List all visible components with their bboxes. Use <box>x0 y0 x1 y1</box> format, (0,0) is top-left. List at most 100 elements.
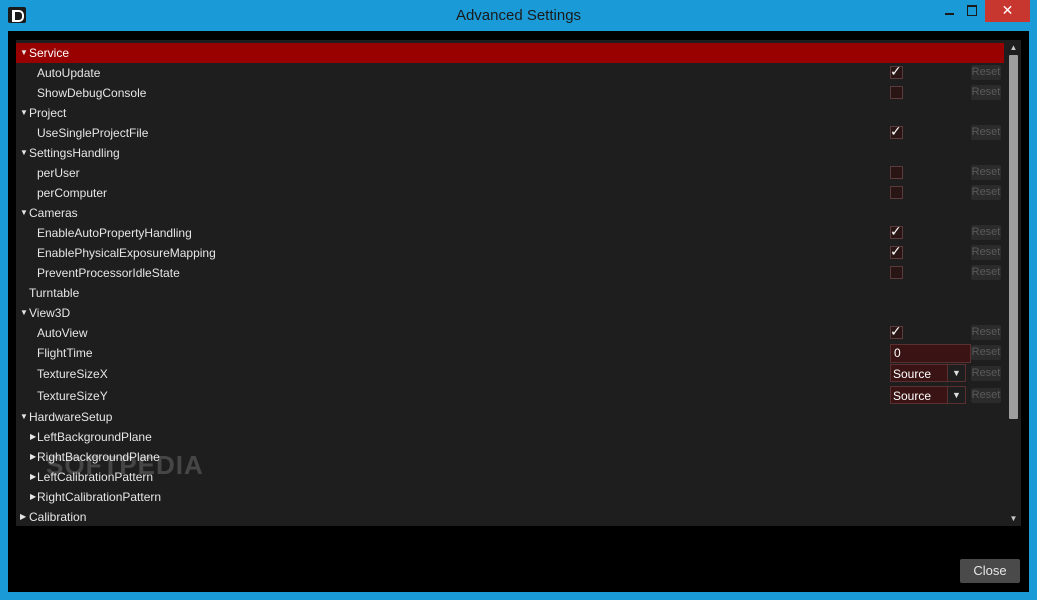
vertical-scrollbar[interactable]: ▲ ▼ <box>1006 40 1021 526</box>
checkmark-icon: ✓ <box>890 223 902 239</box>
usesingleprojectfile-checkbox[interactable]: ✓ <box>890 123 903 139</box>
setting-label: FlightTime <box>37 346 93 360</box>
showdebugconsole-checkbox[interactable] <box>890 86 903 99</box>
setting-label: TextureSizeY <box>37 389 108 403</box>
usesingleprojectfile-reset-button[interactable]: Reset <box>971 125 1001 140</box>
section-turntable[interactable]: Turntable <box>16 283 1004 303</box>
setting-row-autoupdate: AutoUpdate ✓ Reset <box>16 63 1004 83</box>
chevron-down-icon[interactable]: ▼ <box>947 365 965 381</box>
subsection-leftbackgroundplane[interactable]: ▶ LeftBackgroundPlane <box>16 427 1004 447</box>
autoupdate-reset-button[interactable]: Reset <box>971 65 1001 80</box>
section-cameras[interactable]: ▼ Cameras <box>16 203 1004 223</box>
expand-arrow-icon[interactable]: ▼ <box>20 303 28 323</box>
setting-row-texturesizex: TextureSizeX Source ▼ Reset <box>16 363 1004 385</box>
percomputer-checkbox[interactable] <box>890 186 903 199</box>
expand-arrow-icon[interactable]: ▼ <box>20 203 28 223</box>
enableautopropertyhandling-checkbox[interactable]: ✓ <box>890 223 903 239</box>
close-icon: ✕ <box>1001 2 1014 18</box>
setting-label: perUser <box>37 166 80 180</box>
setting-row-enablephysicalexposuremapping: EnablePhysicalExposureMapping ✓ Reset <box>16 243 1004 263</box>
section-label: SettingsHandling <box>29 146 120 160</box>
section-hardwaresetup[interactable]: ▼ HardwareSetup <box>16 407 1004 427</box>
close-button[interactable]: Close <box>960 559 1020 583</box>
section-project[interactable]: ▼ Project <box>16 103 1004 123</box>
setting-label: AutoUpdate <box>37 66 101 80</box>
setting-label: TextureSizeX <box>37 367 108 381</box>
window-close-button[interactable]: ✕ <box>985 0 1030 22</box>
autoupdate-checkbox[interactable]: ✓ <box>890 63 903 79</box>
texturesizex-select[interactable]: Source ▼ <box>890 364 966 382</box>
setting-label: EnablePhysicalExposureMapping <box>37 246 216 260</box>
setting-row-peruser: perUser Reset <box>16 163 1004 183</box>
expand-arrow-icon[interactable]: ▼ <box>20 143 28 163</box>
minimize-icon <box>945 13 954 15</box>
maximize-icon <box>967 5 977 16</box>
texturesizex-reset-button[interactable]: Reset <box>971 366 1001 381</box>
percomputer-reset-button[interactable]: Reset <box>971 185 1001 200</box>
section-calibration[interactable]: ▶ Calibration <box>16 507 1004 526</box>
expand-arrow-icon[interactable]: ▼ <box>20 407 28 427</box>
maximize-button[interactable] <box>958 0 986 22</box>
enableautopropertyhandling-reset-button[interactable]: Reset <box>971 225 1001 240</box>
collapse-arrow-icon[interactable]: ▶ <box>30 447 36 467</box>
autoview-reset-button[interactable]: Reset <box>971 325 1001 340</box>
setting-row-flighttime: FlightTime 0 Reset <box>16 343 1004 363</box>
enablephysicalexposuremapping-checkbox[interactable]: ✓ <box>890 243 903 259</box>
expand-arrow-icon[interactable]: ▼ <box>20 103 28 123</box>
checkmark-icon: ✓ <box>890 243 902 259</box>
section-label: HardwareSetup <box>29 410 113 424</box>
checkmark-icon: ✓ <box>890 63 902 79</box>
checkmark-icon: ✓ <box>890 123 902 139</box>
scroll-thumb[interactable] <box>1009 55 1018 419</box>
expand-arrow-icon[interactable]: ▼ <box>20 43 28 63</box>
dialog-body: ▼ Service AutoUpdate ✓ Reset ShowDebugCo… <box>8 31 1029 592</box>
setting-label: ShowDebugConsole <box>37 86 147 100</box>
checkmark-icon: ✓ <box>890 323 902 339</box>
autoview-checkbox[interactable]: ✓ <box>890 323 903 339</box>
setting-label: UseSingleProjectFile <box>37 126 149 140</box>
section-settingshandling[interactable]: ▼ SettingsHandling <box>16 143 1004 163</box>
section-service[interactable]: ▼ Service <box>16 43 1004 63</box>
flighttime-reset-button[interactable]: Reset <box>971 345 1001 360</box>
section-label: Cameras <box>29 206 78 220</box>
scroll-down-icon[interactable]: ▼ <box>1006 512 1021 525</box>
setting-row-showdebugconsole: ShowDebugConsole Reset <box>16 83 1004 103</box>
settings-tree-panel: ▼ Service AutoUpdate ✓ Reset ShowDebugCo… <box>16 40 1021 526</box>
collapse-arrow-icon[interactable]: ▶ <box>20 507 26 526</box>
setting-row-usesingleprojectfile: UseSingleProjectFile ✓ Reset <box>16 123 1004 143</box>
setting-row-preventprocessoridlestate: PreventProcessorIdleState Reset <box>16 263 1004 283</box>
setting-row-enableautopropertyhandling: EnableAutoPropertyHandling ✓ Reset <box>16 223 1004 243</box>
section-label: Turntable <box>29 286 80 300</box>
collapse-arrow-icon[interactable]: ▶ <box>30 427 36 447</box>
setting-row-autoview: AutoView ✓ Reset <box>16 323 1004 343</box>
scroll-up-icon[interactable]: ▲ <box>1006 41 1021 54</box>
softpedia-watermark: SOFTPEDIA <box>46 450 204 480</box>
subsection-rightcalibrationpattern[interactable]: ▶ RightCalibrationPattern <box>16 487 1004 507</box>
peruser-checkbox[interactable] <box>890 166 903 179</box>
setting-label: perComputer <box>37 186 108 200</box>
texturesizey-select[interactable]: Source ▼ <box>890 386 966 404</box>
section-label: Service <box>29 46 70 60</box>
texturesizey-reset-button[interactable]: Reset <box>971 388 1001 403</box>
window-title: Advanced Settings <box>455 7 582 24</box>
enablephysicalexposuremapping-reset-button[interactable]: Reset <box>971 245 1001 260</box>
select-value: Source <box>893 367 932 381</box>
subsection-label: LeftBackgroundPlane <box>37 430 152 444</box>
showdebugconsole-reset-button[interactable]: Reset <box>971 85 1001 100</box>
collapse-arrow-icon[interactable]: ▶ <box>30 487 36 507</box>
section-label: Calibration <box>29 510 87 524</box>
preventprocessoridlestate-reset-button[interactable]: Reset <box>971 265 1001 280</box>
setting-label: EnableAutoPropertyHandling <box>37 226 192 240</box>
title-bar: Advanced Settings ✕ <box>0 0 1037 31</box>
flighttime-input[interactable]: 0 <box>890 344 971 363</box>
preventprocessoridlestate-checkbox[interactable] <box>890 266 903 279</box>
setting-label: PreventProcessorIdleState <box>37 266 180 280</box>
select-value: Source <box>893 389 932 403</box>
setting-label: AutoView <box>37 326 88 340</box>
chevron-down-icon[interactable]: ▼ <box>947 387 965 403</box>
collapse-arrow-icon[interactable]: ▶ <box>30 467 36 487</box>
section-view3d[interactable]: ▼ View3D <box>16 303 1004 323</box>
peruser-reset-button[interactable]: Reset <box>971 165 1001 180</box>
section-label: View3D <box>29 306 71 320</box>
setting-row-percomputer: perComputer Reset <box>16 183 1004 203</box>
